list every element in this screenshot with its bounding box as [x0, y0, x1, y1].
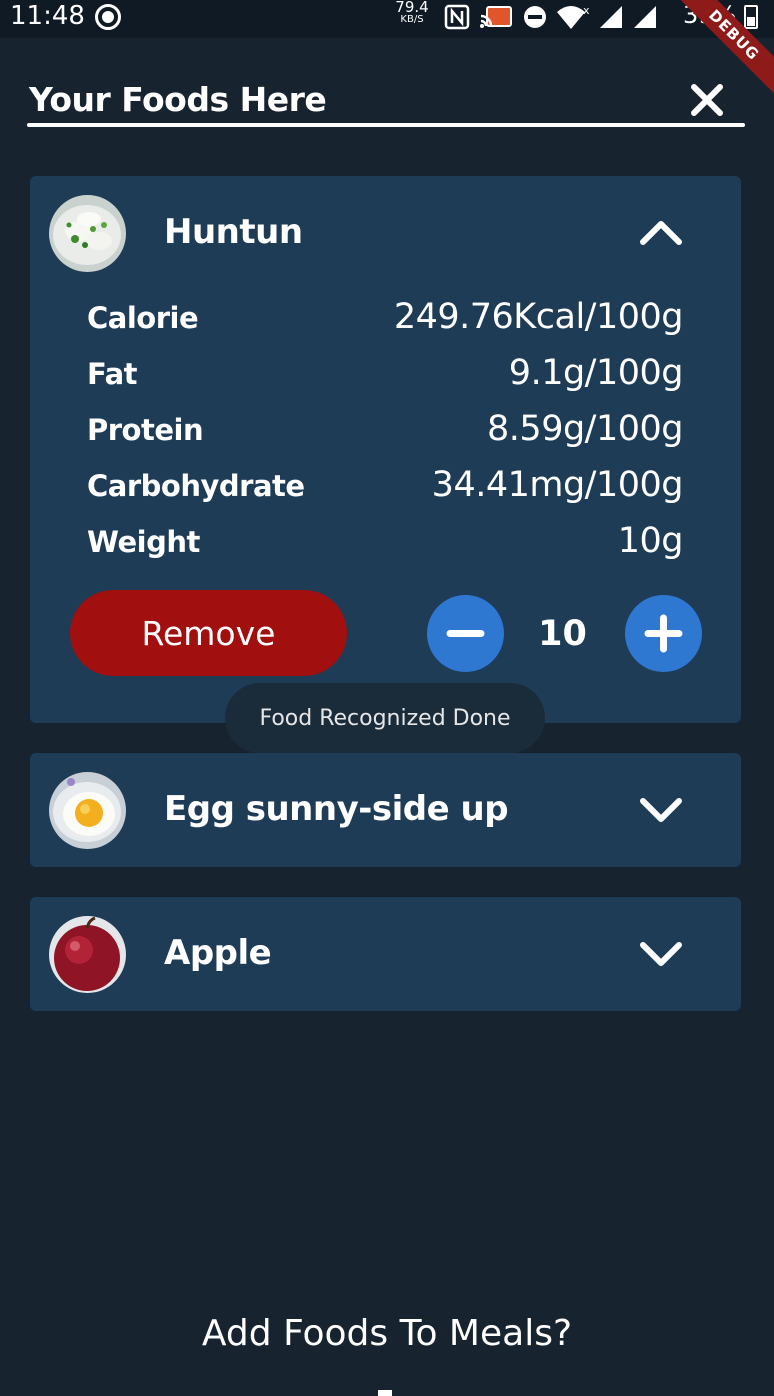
food-name: Apple	[164, 933, 272, 973]
food-card-header[interactable]: Apple	[30, 897, 741, 1011]
plus-icon	[644, 614, 683, 653]
increase-quantity-button[interactable]	[625, 595, 702, 672]
food-card-egg: Egg sunny-side up	[30, 753, 741, 867]
status-time: 11:48	[10, 1, 85, 31]
signal-icon-2	[634, 6, 656, 28]
wifi-icon: x	[557, 4, 590, 29]
toast-message: Food Recognized Done	[225, 683, 545, 753]
food-image-huntun	[49, 195, 126, 272]
nutrient-value: 249.76Kcal/100g	[393, 297, 684, 337]
nutrient-value: 10g	[617, 521, 684, 561]
nutrient-label: Calorie	[87, 301, 199, 335]
food-image-egg	[49, 772, 126, 849]
minus-icon	[446, 630, 485, 637]
close-icon[interactable]	[687, 80, 727, 120]
food-name: Egg sunny-side up	[164, 789, 509, 829]
quantity-value: 10	[538, 614, 587, 654]
remove-button[interactable]: Remove	[70, 590, 347, 676]
signal-icon-1	[600, 6, 622, 28]
food-card-header[interactable]: Huntun	[30, 176, 741, 290]
bottom-indicator	[378, 1390, 392, 1396]
nutrient-row-protein: Protein 8.59g/100g	[87, 409, 683, 459]
nutrient-label: Fat	[87, 357, 138, 391]
status-icons: x	[444, 4, 658, 30]
header: Your Foods Here	[27, 74, 745, 130]
food-card-header[interactable]: Egg sunny-side up	[30, 753, 741, 867]
nutrient-row-calorie: Calorie 249.76Kcal/100g	[87, 297, 684, 347]
page-title: Your Foods Here	[29, 80, 327, 119]
status-bar: 11:48 79.4 KB/S x 39%	[0, 0, 774, 38]
network-speed-unit: KB/S	[400, 14, 424, 25]
food-image-apple	[49, 916, 126, 993]
battery-icon	[744, 5, 758, 29]
screen-record-icon	[95, 4, 121, 30]
food-card-huntun: Huntun Calorie 249.76Kcal/100g Fat 9.1g/…	[30, 176, 741, 723]
nutrient-value: 9.1g/100g	[508, 353, 684, 393]
food-card-apple: Apple	[30, 897, 741, 1011]
network-speed: 79.4 KB/S	[394, 0, 430, 25]
add-foods-to-meals-button[interactable]: Add Foods To Meals?	[0, 1313, 774, 1354]
svg-text:x: x	[583, 4, 590, 17]
nutrient-label: Weight	[87, 525, 200, 559]
do-not-disturb-icon	[524, 6, 546, 28]
food-name: Huntun	[164, 212, 303, 252]
nutrient-value: 34.41mg/100g	[431, 465, 684, 505]
nfc-icon	[444, 4, 470, 30]
nutrient-value: 8.59g/100g	[487, 409, 683, 449]
network-speed-value: 79.4	[395, 0, 429, 16]
decrease-quantity-button[interactable]	[427, 595, 504, 672]
nutrient-row-fat: Fat 9.1g/100g	[87, 353, 684, 403]
chevron-down-icon[interactable]	[638, 935, 684, 971]
chevron-up-icon[interactable]	[638, 214, 684, 250]
chevron-down-icon[interactable]	[638, 791, 684, 827]
header-underline	[27, 123, 745, 127]
nutrient-label: Protein	[87, 413, 204, 447]
nutrient-row-carbohydrate: Carbohydrate 34.41mg/100g	[87, 465, 684, 515]
cast-icon	[480, 6, 512, 28]
nutrient-row-weight: Weight 10g	[87, 521, 684, 571]
nutrient-label: Carbohydrate	[87, 469, 305, 503]
